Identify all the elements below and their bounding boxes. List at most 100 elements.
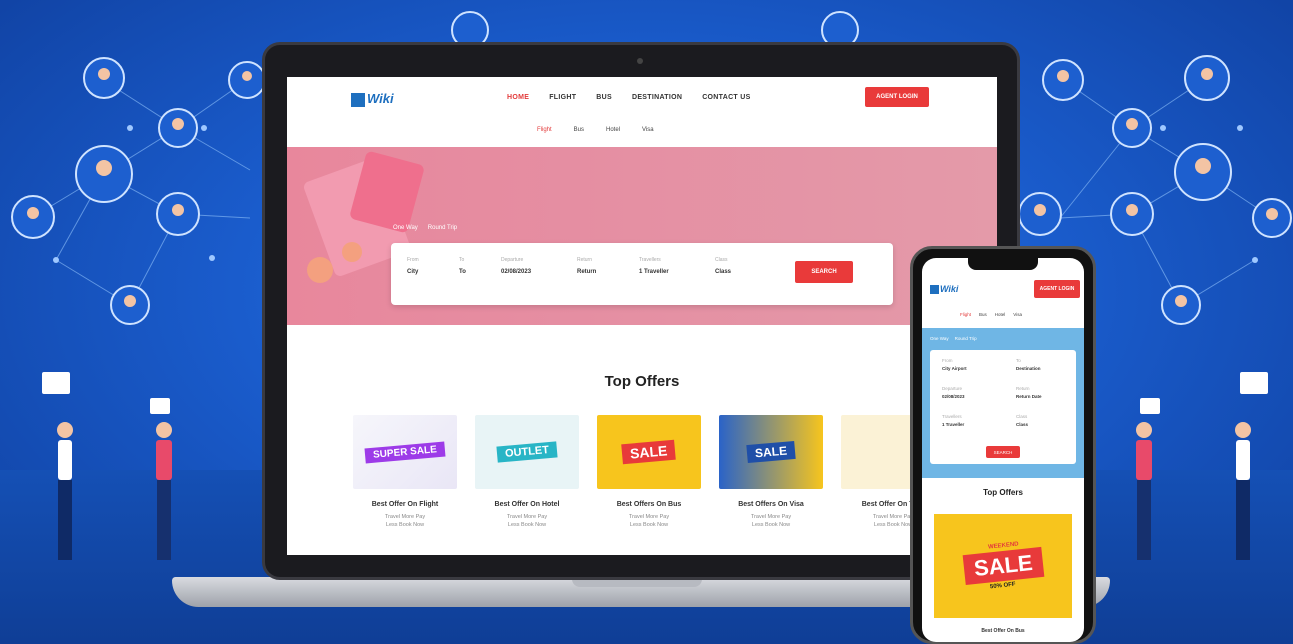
field-value: 02/08/2023: [501, 269, 532, 275]
trip-type: One Way Round Trip: [930, 336, 977, 341]
field-value: 02/08/2023: [942, 394, 965, 399]
hero-decoration: [342, 242, 362, 262]
offer-title: Best Offer On Hotel: [494, 501, 560, 508]
return-field[interactable]: Return Return: [577, 257, 596, 275]
offer-card[interactable]: SALE Best Offers On Visa Travel More Pay…: [719, 415, 823, 530]
search-button[interactable]: SEARCH: [795, 261, 853, 283]
offer-image[interactable]: WEEKEND SALE 50% OFF: [934, 514, 1072, 618]
field-label: Travellers: [942, 414, 962, 419]
tab-hotel[interactable]: Hotel: [606, 127, 620, 133]
field-label: Class: [715, 257, 728, 263]
smartphone: Wiki AGENT LOGIN Flight Bus Hotel Visa O…: [910, 246, 1096, 644]
to-field[interactable]: To Destination: [1016, 358, 1041, 371]
agent-login-button[interactable]: AGENT LOGIN: [865, 87, 929, 107]
field-label: Travellers: [639, 257, 661, 263]
departure-field[interactable]: Departure 02/08/2023: [942, 386, 965, 399]
field-value: City Airport: [942, 366, 967, 371]
radio-one-way[interactable]: One Way: [393, 225, 418, 231]
phone-notch: [968, 258, 1038, 270]
offers-title: Top Offers: [983, 488, 1023, 497]
offer-banner: SALE: [746, 440, 796, 464]
return-field[interactable]: Return Return Date: [1016, 386, 1042, 399]
tab-flight[interactable]: Flight: [960, 312, 971, 317]
nav-bus[interactable]: BUS: [596, 94, 612, 101]
trip-type: One Way Round Trip: [393, 225, 457, 231]
hero-banner: One Way Round Trip From City Airport To De…: [922, 328, 1084, 478]
from-field[interactable]: From City: [407, 257, 419, 275]
camera: [637, 58, 643, 64]
class-field[interactable]: Class Class: [715, 257, 731, 275]
agent-login-button[interactable]: AGENT LOGIN: [1034, 280, 1080, 298]
tab-flight[interactable]: Flight: [537, 127, 552, 133]
phone-screen: Wiki AGENT LOGIN Flight Bus Hotel Visa O…: [922, 258, 1084, 642]
banner-bottom-text: 50% OFF: [989, 581, 1017, 591]
tab-visa[interactable]: Visa: [1013, 312, 1022, 317]
tab-visa[interactable]: Visa: [642, 127, 654, 133]
radio-one-way[interactable]: One Way: [930, 336, 949, 341]
field-label: Departure: [501, 257, 524, 263]
offer-banner: OUTLET: [496, 441, 558, 463]
radio-round-trip[interactable]: Round Trip: [428, 225, 457, 231]
travellers-field[interactable]: Travellers 1 Traveller: [942, 414, 964, 427]
offer-card[interactable]: SUPER SALE Best Offer On Flight Travel M…: [353, 415, 457, 530]
search-form: From City Airport To Destination Departure…: [930, 350, 1076, 464]
offer-desc: Less Book Now: [751, 522, 791, 529]
laptop: Wiki HOME FLIGHT BUS DESTINATION CONTACT…: [262, 42, 1020, 580]
offer-image: OUTLET: [475, 415, 579, 489]
site-logo[interactable]: Wiki: [930, 284, 958, 295]
field-label: To: [1016, 358, 1021, 363]
field-label: From: [407, 257, 419, 263]
search-button[interactable]: SEARCH: [986, 446, 1020, 458]
field-label: Departure: [942, 386, 963, 391]
offers-title: Top Offers: [604, 373, 680, 390]
nav-destination[interactable]: DESTINATION: [632, 94, 682, 101]
offer-title: Best Offer On Bus: [981, 628, 1025, 634]
field-label: To: [459, 257, 465, 263]
offer-card[interactable]: OUTLET Best Offer On Hotel Travel More P…: [475, 415, 579, 530]
field-label: Return: [1016, 386, 1030, 391]
offer-title: Best Offers On Visa: [738, 501, 804, 508]
site-logo[interactable]: Wiki: [351, 91, 394, 107]
banner-sale-text: SALE: [962, 546, 1044, 586]
from-field[interactable]: From City Airport: [942, 358, 967, 371]
field-value: 1 Traveller: [942, 422, 965, 427]
offer-image: SALE: [597, 415, 701, 489]
travellers-field[interactable]: Travellers 1 Traveller: [639, 257, 669, 275]
service-tabs: Flight Bus Hotel Visa: [537, 127, 654, 133]
to-field[interactable]: To To: [459, 257, 466, 275]
tab-hotel[interactable]: Hotel: [995, 312, 1006, 317]
departure-field[interactable]: Departure 02/08/2023: [501, 257, 531, 275]
radio-round-trip[interactable]: Round Trip: [955, 336, 977, 341]
nav-home[interactable]: HOME: [507, 94, 529, 101]
field-value: Destination: [1016, 366, 1041, 371]
offer-desc: Less Book Now: [507, 522, 547, 529]
offer-card[interactable]: SALE Best Offers On Bus Travel More Pay …: [597, 415, 701, 530]
offer-title: Best Offer On Flight: [371, 501, 439, 508]
offer-image: SUPER SALE: [353, 415, 457, 489]
field-value: Class: [1016, 422, 1029, 427]
offer-banner: SUPER SALE: [364, 441, 446, 463]
offer-banner: SALE: [621, 439, 677, 465]
field-value: To: [459, 269, 466, 275]
offer-desc: Travel More Pay: [628, 514, 670, 520]
tab-bus[interactable]: Bus: [574, 127, 584, 133]
offer-image: SALE: [719, 415, 823, 489]
offer-cards: SUPER SALE Best Offer On Flight Travel M…: [353, 415, 945, 530]
field-value: City: [407, 269, 419, 275]
field-label: Class: [1016, 414, 1028, 419]
field-value: Return Date: [1016, 394, 1042, 399]
tab-bus[interactable]: Bus: [979, 312, 987, 317]
laptop-notch: [572, 579, 702, 587]
site-header: Wiki HOME FLIGHT BUS DESTINATION CONTACT…: [287, 77, 997, 147]
class-field[interactable]: Class Class: [1016, 414, 1028, 427]
field-value: 1 Traveller: [639, 269, 669, 275]
field-value: Class: [715, 269, 732, 275]
offer-title: Best Offers On Bus: [616, 501, 682, 508]
laptop-screen: Wiki HOME FLIGHT BUS DESTINATION CONTACT…: [287, 77, 997, 555]
hero-decoration: [307, 257, 333, 283]
service-tabs: Flight Bus Hotel Visa: [960, 312, 1022, 317]
offer-desc: Travel More Pay: [750, 514, 792, 520]
nav-contact[interactable]: CONTACT US: [702, 94, 750, 101]
nav-flight[interactable]: FLIGHT: [549, 94, 576, 101]
offer-desc: Travel More Pay: [384, 514, 426, 520]
